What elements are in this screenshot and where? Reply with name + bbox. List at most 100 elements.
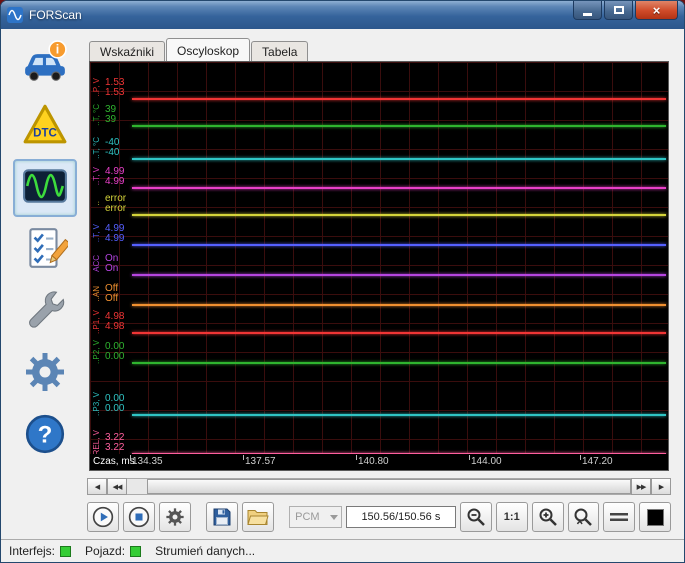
app-icon	[7, 7, 23, 23]
channel-value: 3.22	[105, 431, 125, 443]
channel-value: 0.00	[105, 392, 125, 404]
channel-label: ..T, °C 39 39	[92, 103, 116, 126]
zoom-reset-button[interactable]: 1:1	[495, 502, 528, 532]
titlebar[interactable]: FORScan ×	[1, 1, 684, 29]
svg-text:DTC: DTC	[33, 127, 57, 139]
channel-axis-name: ..T, V	[92, 224, 101, 243]
zoom-in-icon	[538, 507, 558, 527]
zoom-signal-button[interactable]	[567, 502, 600, 532]
channel-value: 4.99	[105, 165, 125, 177]
channel-value: Off	[105, 282, 119, 294]
channel-axis-name: REL, V	[92, 429, 101, 456]
scroll-left-button[interactable]: ◀	[87, 478, 107, 495]
zoom-signal-icon	[573, 507, 593, 527]
channel-value: On	[105, 262, 119, 274]
jump-end-button[interactable]: ▶▶	[631, 478, 651, 495]
play-button[interactable]	[87, 502, 119, 532]
channel-value: 1.53	[105, 76, 125, 88]
channel-value: 4.98	[105, 310, 125, 322]
scope-settings-button[interactable]	[158, 502, 191, 532]
interface-status-led	[60, 545, 72, 557]
channel-value: 1.53	[105, 86, 125, 98]
channel-label: ..P1, V 4.98 4.98	[92, 309, 125, 334]
channel-label: ..T, °C -40 -40	[92, 137, 120, 159]
sidebar-item-tests[interactable]	[13, 221, 77, 279]
channel-axis-name: ..P1, V	[92, 309, 101, 334]
save-button[interactable]	[205, 502, 238, 532]
sidebar-item-dtc[interactable]: DTC	[13, 97, 77, 155]
vehicle-status-led	[130, 545, 142, 557]
sidebar-item-settings[interactable]	[13, 345, 77, 403]
channel-value: error	[105, 202, 127, 214]
channel-value: On	[105, 252, 119, 264]
channel-value: 0.00	[105, 350, 125, 362]
sidebar-item-service[interactable]	[13, 283, 77, 341]
channel-label: REL, V 3.22 3.22	[92, 429, 125, 456]
channel-lines-icon	[610, 513, 629, 521]
channel-axis-name: ..AN	[92, 285, 101, 302]
sidebar-item-oscilloscope[interactable]	[13, 159, 77, 217]
scrollbar-thumb[interactable]	[147, 479, 631, 494]
x-tick-label: 140.80	[356, 455, 389, 467]
channel-value: Off	[105, 292, 119, 304]
close-button[interactable]: ×	[635, 1, 678, 20]
background-color-button[interactable]	[639, 502, 672, 532]
maximize-button[interactable]	[604, 1, 633, 20]
zoom-out-icon	[466, 507, 486, 527]
open-button[interactable]	[241, 502, 274, 532]
scroll-right-button[interactable]: ▶	[651, 478, 671, 495]
channel-value: 0.00	[105, 402, 125, 414]
channel-label: ..P, V 1.53 1.53	[92, 77, 124, 98]
svg-text:i: i	[56, 42, 59, 56]
scope-toolbar: PCM 150.56/150.56 s 1:1	[87, 501, 672, 533]
channel-trace	[132, 98, 666, 100]
jump-start-button[interactable]: ◀◀	[107, 478, 127, 495]
channel-trace	[132, 414, 666, 416]
black-square-icon	[646, 508, 664, 526]
sidebar-item-vehicle-info[interactable]: i	[13, 35, 77, 93]
zoom-in-button[interactable]	[531, 502, 564, 532]
channel-label: .. error error	[92, 193, 126, 214]
channel-value: 4.99	[105, 222, 125, 234]
sidebar: i DTC ?	[7, 35, 83, 469]
channel-label: ..T, V 4.99 4.99	[92, 223, 124, 244]
channel-trace	[132, 304, 666, 306]
stream-status-text: Strumień danych...	[155, 544, 256, 558]
channel-axis-name: ..	[92, 201, 101, 206]
channel-trace	[132, 125, 666, 127]
svg-text:?: ?	[38, 421, 53, 448]
floppy-save-icon	[213, 508, 231, 526]
channel-axis-name: ..T, °C	[92, 103, 101, 126]
channel-axis-name: ..T, V	[92, 167, 101, 186]
channel-label: ..T, V 4.99 4.99	[92, 166, 124, 187]
scrollbar-track[interactable]	[127, 478, 631, 495]
dropdown-arrow-icon	[329, 515, 338, 520]
pcm-select[interactable]: PCM	[289, 506, 342, 528]
channel-trace	[132, 244, 666, 246]
tab-wskazniki[interactable]: Wskaźniki	[89, 41, 166, 61]
tab-oscyloskop[interactable]: Oscyloskop	[166, 38, 251, 61]
channel-label: ..P3, V 0.00 0.00	[92, 392, 125, 416]
tab-bar: Wskaźniki Oscyloskop Tabela	[89, 38, 309, 61]
gear-icon	[165, 507, 185, 527]
sidebar-item-help[interactable]: ?	[13, 407, 77, 465]
channel-axis-name: ACC	[92, 255, 101, 272]
channel-trace	[132, 214, 666, 216]
car-info-icon: i	[22, 39, 68, 90]
dtc-warning-icon: DTC	[22, 101, 68, 152]
minimize-button[interactable]	[573, 1, 602, 20]
zoom-out-button[interactable]	[459, 502, 492, 532]
channel-value: 4.99	[105, 232, 125, 244]
channel-trace	[132, 158, 666, 160]
channel-label: ..AN Off Off	[92, 283, 118, 304]
channel-value: -40	[105, 146, 120, 158]
oscilloscope-display: ..P, V 1.53 1.53 ..T, °C 39 39 ..T, °C -40 -40..…	[89, 61, 669, 471]
window-title: FORScan	[29, 8, 82, 22]
plot-area[interactable]: ..P, V 1.53 1.53 ..T, °C 39 39 ..T, °C -40 -40..…	[90, 62, 668, 456]
merge-channels-button[interactable]	[603, 502, 636, 532]
x-axis: Czas, ms 134.35 137.57 140.80 144.00 147.20	[90, 454, 668, 470]
channel-trace	[132, 187, 666, 189]
stop-button[interactable]	[122, 502, 155, 532]
tab-tabela[interactable]: Tabela	[251, 41, 309, 61]
channel-value: 3.22	[105, 441, 125, 453]
